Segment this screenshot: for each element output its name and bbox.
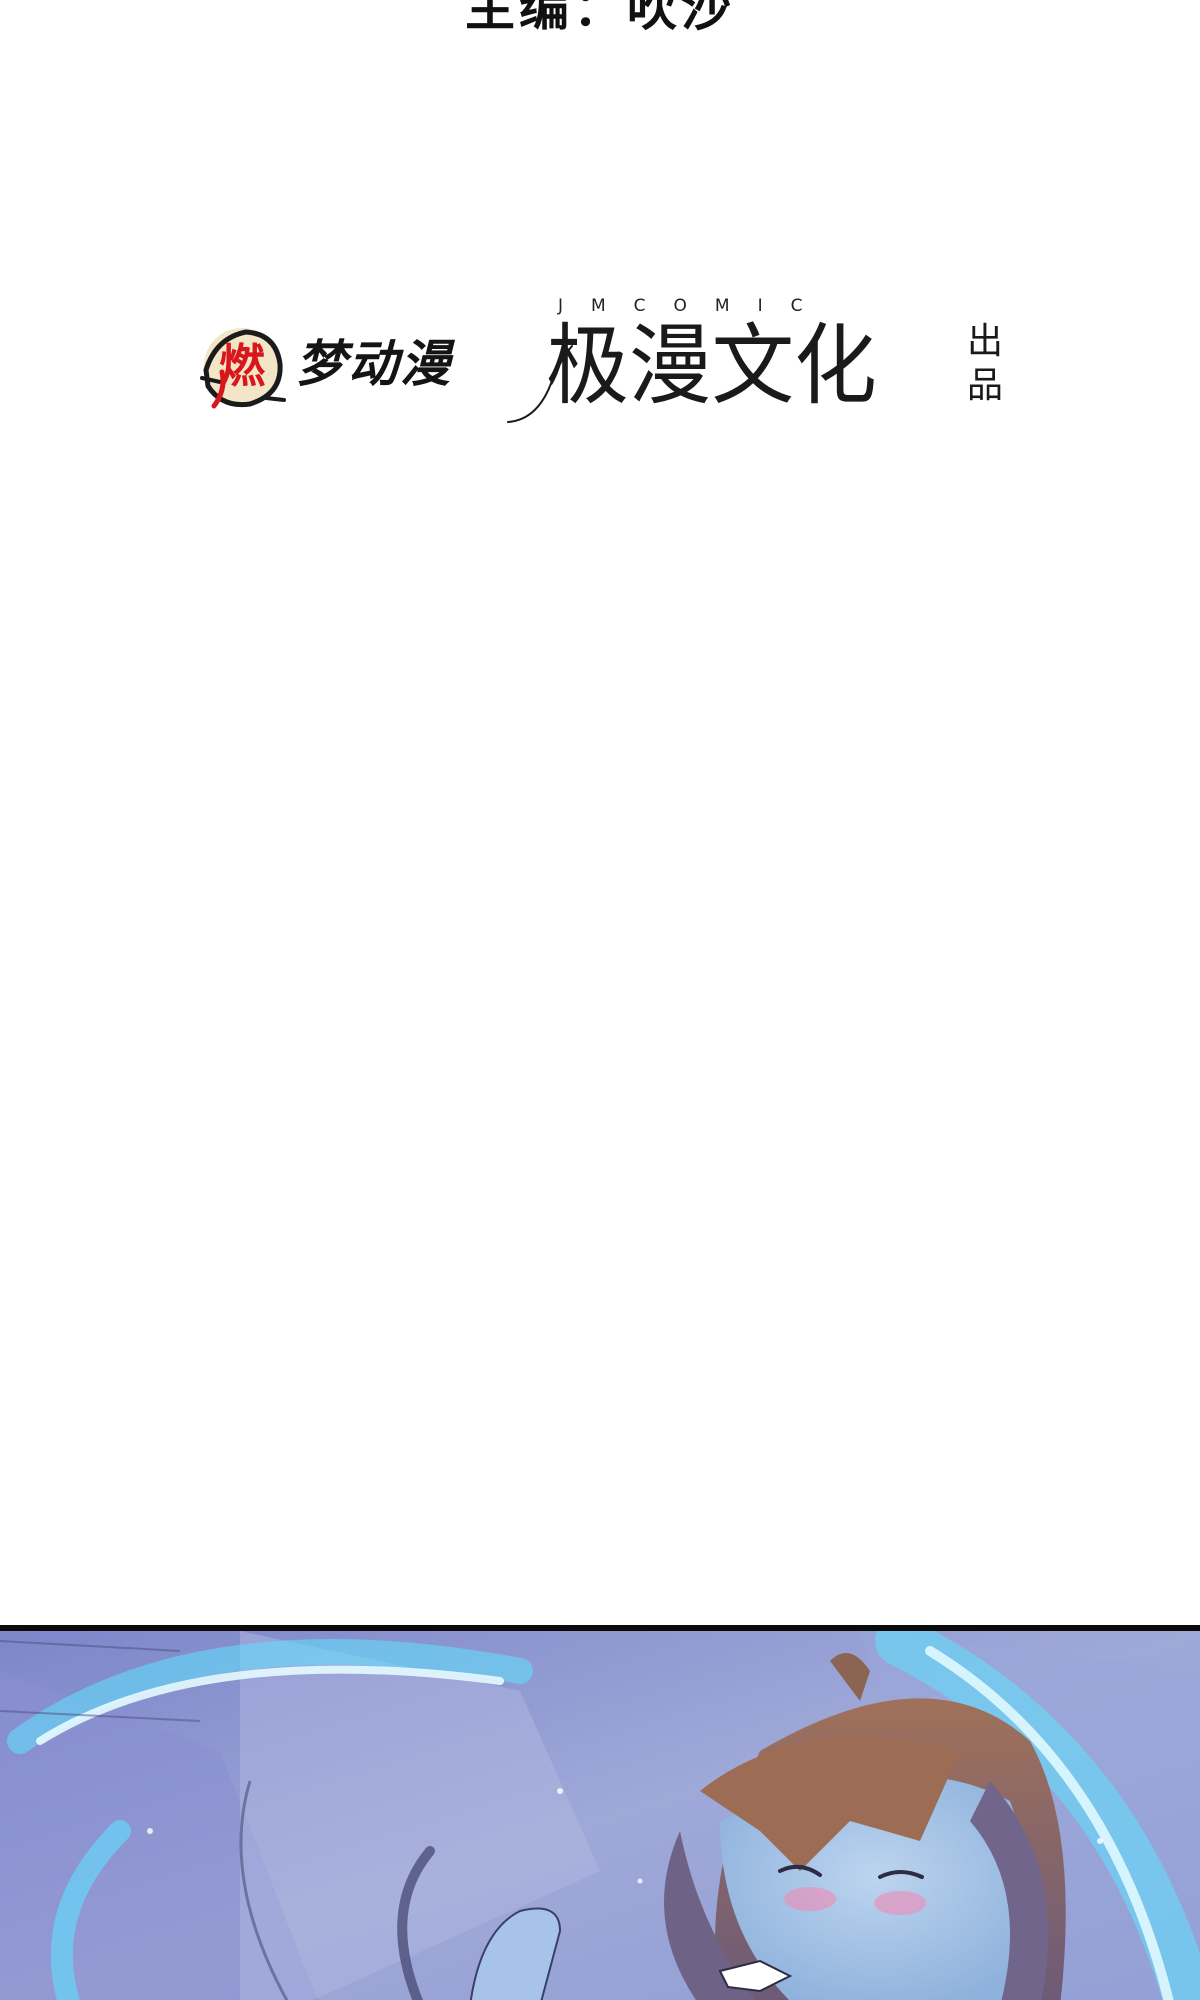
produced-by-label: 出品 — [966, 321, 1003, 406]
editor-credit: 主编：吹沙 — [465, 0, 735, 37]
ranmeng-seal-logo: 燃 — [200, 328, 286, 409]
comic-panel-art — [0, 1631, 1200, 2000]
jimanhua-chinese-text: 极漫文化 — [546, 314, 877, 417]
jimanhua-logo: JMCOMIC 极漫文化 — [506, 290, 926, 440]
jmcomic-latin-text: JMCOMIC — [558, 296, 831, 316]
comic-panel — [0, 1625, 1200, 2000]
publisher-logos: 燃 梦动漫 JMCOMIC 极漫文化 出品 — [190, 290, 1010, 440]
ranmeng-logo: 燃 梦动漫 — [190, 320, 490, 420]
ranmeng-brand-text: 梦动漫 — [296, 335, 452, 393]
seal-character: 燃 — [219, 339, 266, 393]
